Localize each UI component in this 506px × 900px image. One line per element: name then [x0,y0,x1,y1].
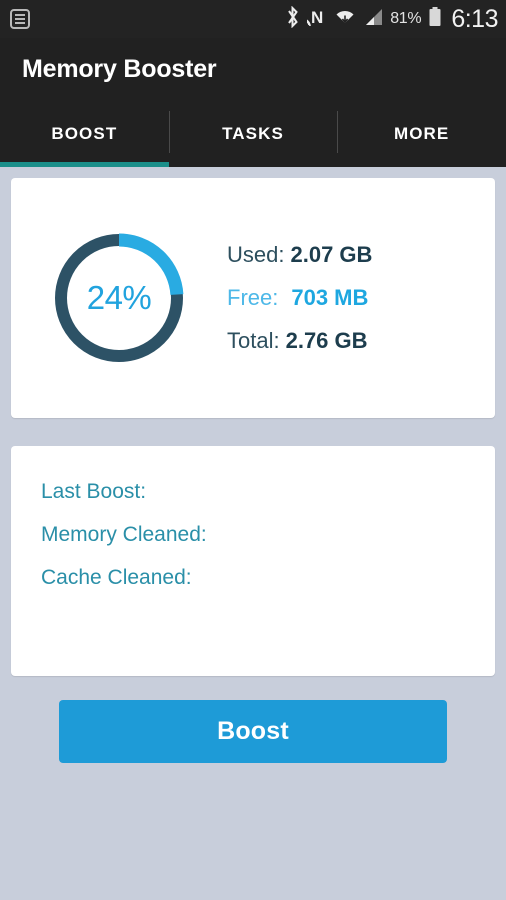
tab-more-label: MORE [393,124,450,143]
info-row-last-boost: Last Boost: [41,480,495,504]
boost-button-container: Boost [11,700,495,763]
tab-boost-label: BOOST [51,124,118,143]
tab-more[interactable]: MORE [337,101,506,167]
memory-stat-free-label: Free: [227,285,279,310]
tab-tasks-label: TASKS [222,124,284,143]
memory-stat-total-value: 2.76 GB [285,328,368,353]
nfc-icon: N [303,6,327,33]
boost-button[interactable]: Boost [59,700,447,763]
memory-stat-used-value: 2.07 GB [290,242,373,267]
status-bar-clock: 6:13 [451,4,498,33]
status-bar-left [10,9,30,29]
memory-stat-total-label: Total: [227,328,280,353]
tab-tasks[interactable]: TASKS [168,101,338,167]
info-last-boost-label: Last Boost: [41,480,147,503]
boost-info-card: Last Boost: Memory Cleaned: Cache Cleane… [11,446,495,676]
memory-usage-card: 24% Used: 2.07 GB Free: 703 MB Total: 2.… [11,178,495,418]
memory-stat-free: Free: 703 MB [227,285,372,311]
memory-stat-total: Total: 2.76 GB [227,328,372,354]
status-bar: N 81% 6:13 [0,0,506,38]
app-bar: Memory Booster [0,38,506,101]
tab-boost[interactable]: BOOST [0,101,169,167]
app-title: Memory Booster [22,55,217,83]
battery-percent-label: 81% [390,10,422,27]
info-row-cache-cleaned: Cache Cleaned: [41,566,495,590]
memory-stat-used: Used: 2.07 GB [227,242,372,268]
memory-donut-chart: 24% [39,218,199,378]
tab-bar: BOOST TASKS MORE [0,101,506,167]
memory-stat-free-value: 703 MB [291,285,369,310]
cellular-signal-icon [363,7,383,32]
info-cache-cleaned-label: Cache Cleaned: [41,566,192,589]
status-bar-right: N 81% 6:13 [286,4,498,33]
info-row-memory-cleaned: Memory Cleaned: [41,523,495,547]
battery-icon [428,6,442,33]
memory-stat-used-label: Used: [227,242,285,267]
memory-stats-list: Used: 2.07 GB Free: 703 MB Total: 2.76 G… [227,242,372,354]
active-tab-indicator [0,162,169,167]
notification-list-icon [10,9,30,29]
bluetooth-icon [286,5,300,33]
memory-percent-label: 24% [86,279,152,316]
main-content: 24% Used: 2.07 GB Free: 703 MB Total: 2.… [0,167,506,774]
info-memory-cleaned-label: Memory Cleaned: [41,523,207,546]
wifi-icon [334,6,356,33]
svg-text:N: N [311,8,323,27]
